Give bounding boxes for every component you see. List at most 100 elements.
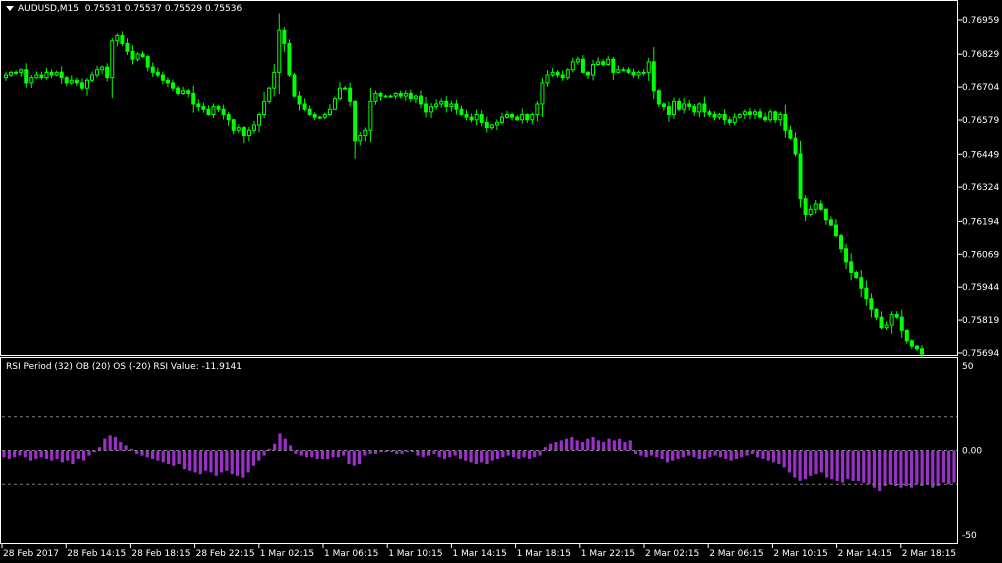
candle-body bbox=[641, 71, 646, 74]
candle-body bbox=[176, 87, 181, 94]
rsi-bar bbox=[713, 450, 717, 456]
candle-body bbox=[545, 74, 550, 84]
candle-body bbox=[768, 111, 773, 121]
rsi-bar bbox=[395, 450, 399, 454]
candle-body bbox=[585, 71, 590, 76]
candle-body bbox=[246, 129, 251, 137]
candle-body bbox=[59, 71, 64, 79]
rsi-bar bbox=[947, 450, 951, 485]
candle-body bbox=[474, 114, 479, 121]
candle-body bbox=[272, 71, 277, 89]
candle-body bbox=[621, 69, 626, 72]
rsi-bar bbox=[840, 450, 845, 483]
candle-body bbox=[196, 103, 201, 108]
rsi-bar bbox=[310, 450, 314, 458]
candle-body bbox=[636, 71, 641, 76]
candle-body bbox=[687, 103, 692, 108]
rsi-bar bbox=[591, 436, 595, 451]
rsi-bar bbox=[225, 450, 229, 471]
rsi-bar bbox=[193, 450, 197, 473]
rsi-bar bbox=[835, 450, 839, 481]
candle-body bbox=[859, 277, 864, 289]
time-tick-label: 1 Mar 02:15 bbox=[260, 549, 314, 559]
price-tick-label: 0.76194 bbox=[962, 217, 999, 227]
rsi-bar bbox=[766, 450, 770, 461]
time-tick-label: 1 Mar 22:15 bbox=[581, 549, 635, 559]
candle-body bbox=[353, 100, 358, 142]
price-tick-label: 0.76704 bbox=[962, 83, 999, 93]
time-tick-label: 2 Mar 06:15 bbox=[709, 549, 763, 559]
candle-body bbox=[312, 114, 317, 118]
rsi-bar bbox=[7, 450, 11, 459]
time-tick-label: 2 Mar 14:15 bbox=[838, 549, 892, 559]
rsi-bar bbox=[495, 450, 500, 459]
candle-body bbox=[879, 316, 884, 329]
price-axis: 0.76959 0.76829 0.76704 0.76579 0.76449 0.763… bbox=[958, 16, 999, 359]
rsi-bar bbox=[915, 450, 919, 485]
rsi-bar bbox=[814, 450, 818, 475]
candle-body bbox=[226, 114, 231, 121]
candle-body bbox=[849, 261, 854, 273]
candle-body bbox=[181, 90, 186, 94]
candle-body bbox=[778, 114, 783, 121]
rsi-bar bbox=[936, 450, 940, 486]
candle-body bbox=[378, 92, 383, 97]
rsi-bar bbox=[145, 450, 149, 458]
candle-body bbox=[692, 106, 697, 113]
candle-body bbox=[828, 219, 833, 226]
rsi-bar bbox=[952, 450, 956, 483]
rsi-bar bbox=[490, 450, 494, 461]
rsi-bar bbox=[469, 450, 473, 463]
rsi-bar bbox=[34, 450, 38, 459]
candle-body bbox=[24, 69, 29, 84]
candle-body bbox=[302, 103, 307, 110]
candle-body bbox=[626, 69, 631, 73]
rsi-bar bbox=[771, 450, 776, 463]
rsi-bar bbox=[426, 450, 431, 456]
rsi-bar bbox=[278, 433, 282, 451]
symbol-label: AUDUSD,M15 bbox=[18, 4, 79, 14]
rsi-bar bbox=[825, 450, 829, 478]
candle-body bbox=[135, 53, 140, 60]
candle-body bbox=[666, 106, 671, 116]
candle-body bbox=[737, 114, 742, 118]
rsi-bar bbox=[113, 436, 118, 451]
candle-body bbox=[408, 92, 413, 100]
candle-body bbox=[920, 348, 924, 355]
time-tick-label: 2 Mar 18:15 bbox=[902, 549, 956, 559]
rsi-bar bbox=[862, 450, 866, 483]
candle-body bbox=[560, 74, 565, 79]
rsi-bar bbox=[352, 450, 356, 466]
rsi-bar bbox=[745, 450, 749, 456]
candle-body bbox=[201, 106, 206, 110]
rsi-bar bbox=[931, 450, 935, 488]
quotes-label: 0.75531 0.75537 0.75529 0.75536 bbox=[84, 4, 243, 14]
rsi-bar bbox=[586, 438, 590, 451]
rsi-bar bbox=[177, 450, 181, 465]
collapse-triangle-icon[interactable] bbox=[6, 6, 14, 11]
candle-body bbox=[292, 74, 297, 97]
candle-body bbox=[505, 114, 510, 118]
rsi-bar bbox=[257, 450, 261, 461]
time-axis: 28 Feb 2017 28 Feb 14:15 28 Feb 18:15 28 Fe… bbox=[1, 543, 956, 559]
rsi-bar bbox=[373, 450, 378, 454]
main-chart-header: AUDUSD,M15 0.75531 0.75537 0.75529 0.755… bbox=[6, 4, 242, 14]
candle-body bbox=[95, 69, 100, 76]
rsi-bar bbox=[71, 450, 75, 465]
rsi-bar bbox=[655, 450, 659, 458]
rsi-bar bbox=[533, 450, 537, 458]
rsi-bar bbox=[166, 450, 171, 465]
rsi-bar bbox=[602, 442, 606, 451]
time-tick-label: 1 Mar 10:15 bbox=[388, 549, 442, 559]
candle-body bbox=[616, 69, 621, 73]
candle-body bbox=[499, 116, 504, 123]
candle-body bbox=[363, 129, 368, 137]
rsi-bar bbox=[671, 450, 675, 461]
rsi-bar bbox=[702, 450, 707, 459]
rsi-bar bbox=[432, 450, 436, 454]
rsi-bar bbox=[549, 443, 553, 451]
rsi-bar bbox=[182, 450, 187, 470]
candle-body bbox=[793, 137, 798, 155]
rsi-bar bbox=[644, 450, 648, 458]
candle-body bbox=[39, 74, 44, 79]
